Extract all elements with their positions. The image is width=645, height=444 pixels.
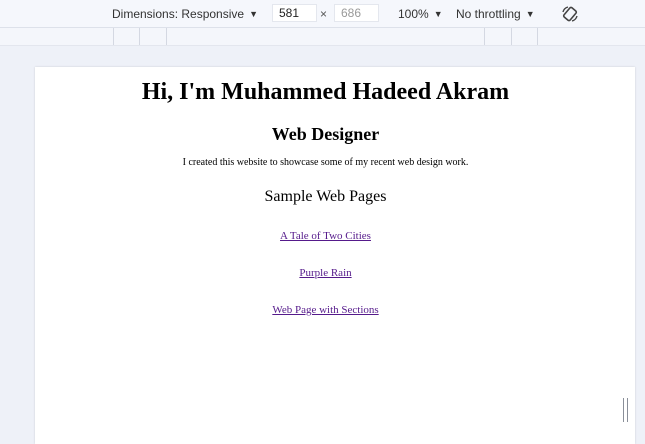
dimensions-dropdown[interactable]: Dimensions: Responsive ▼: [112, 0, 258, 27]
rotate-icon: [562, 5, 578, 22]
times-separator: ×: [320, 6, 328, 21]
page-subtitle: Web Designer: [271, 124, 380, 144]
link-web-page-with-sections[interactable]: Web Page with Sections: [35, 304, 616, 316]
intro-text: I created this website to showcase some …: [182, 157, 469, 168]
throttling-dropdown[interactable]: No throttling ▼: [456, 0, 535, 27]
page-title: Hi, I'm Muhammed Hadeed Akram: [141, 79, 510, 105]
samples-heading: Sample Web Pages: [264, 188, 387, 205]
device-viewport: Hi, I'm Muhammed Hadeed Akram Web Design…: [35, 67, 635, 444]
throttling-label: No throttling: [456, 6, 521, 21]
zoom-dropdown[interactable]: 100% ▼: [398, 0, 443, 27]
chevron-down-icon: ▼: [249, 8, 258, 19]
zoom-label: 100%: [398, 6, 429, 21]
rotate-button[interactable]: [560, 1, 580, 26]
media-query-ruler: [0, 28, 645, 46]
chevron-down-icon: ▼: [433, 8, 443, 19]
chevron-down-icon: ▼: [525, 8, 535, 19]
height-input[interactable]: [334, 4, 379, 22]
link-purple-rain[interactable]: Purple Rain: [35, 267, 616, 279]
dimensions-label: Dimensions: Responsive: [112, 6, 245, 21]
resize-handle[interactable]: [623, 398, 629, 422]
width-input[interactable]: [272, 4, 317, 22]
link-tale-of-two-cities[interactable]: A Tale of Two Cities: [35, 230, 616, 242]
device-toolbar: Dimensions: Responsive ▼ × 100% ▼ No thr…: [0, 0, 645, 28]
